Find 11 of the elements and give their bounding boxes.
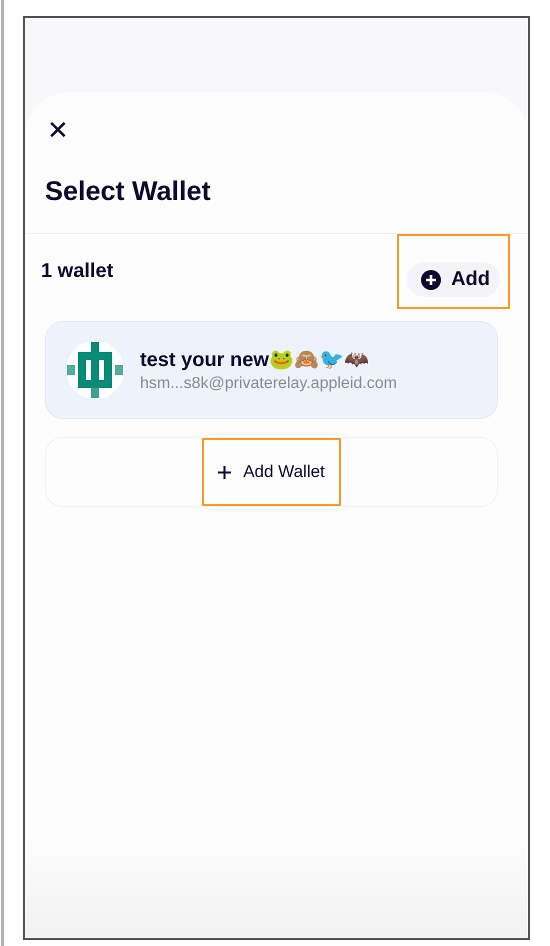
plus-icon <box>218 466 232 478</box>
plus-circle-icon <box>421 270 442 290</box>
add-button[interactable]: Add <box>407 262 500 297</box>
wallet-name: test your new🐸🙈🐦🦇 <box>140 348 370 372</box>
avatar-icon <box>66 341 124 399</box>
close-button[interactable]: ✕ <box>47 118 69 144</box>
wallet-email: hsm...s8k@privaterelay.appleid.com <box>140 375 397 393</box>
sheet-title: Select Wallet <box>45 176 212 207</box>
add-wallet-button[interactable]: Add Wallet <box>218 452 325 492</box>
wallet-card[interactable]: test your new🐸🙈🐦🦇 hsm...s8k@privaterelay.appleid.com <box>45 321 498 419</box>
wallet-count: 1 wallet <box>41 260 114 283</box>
